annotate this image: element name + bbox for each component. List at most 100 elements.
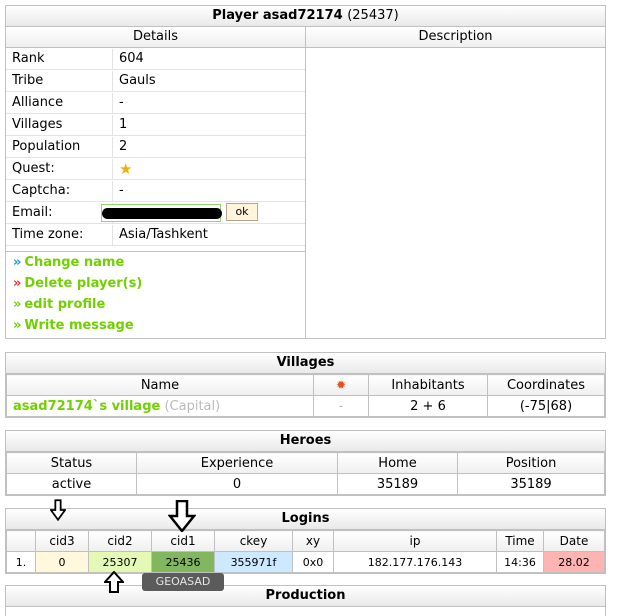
login-date: 28.02: [543, 551, 605, 573]
village-tag: (Capital): [164, 398, 221, 414]
login-cid2: 25307: [88, 551, 152, 573]
detail-label: Villages: [6, 115, 113, 135]
logins-title: Logins: [6, 509, 605, 530]
heroes-title: Heroes: [6, 431, 605, 452]
col-time: Time: [496, 530, 544, 552]
detail-value: -: [119, 95, 124, 110]
detail-row-rank: Rank 604: [6, 49, 305, 70]
col-ip: ip: [333, 530, 497, 552]
link-label: edit profile: [24, 297, 106, 312]
login-time: 14:36: [496, 551, 544, 573]
arrow-icon: »: [13, 318, 22, 333]
hero-home: 35189: [337, 473, 458, 495]
detail-row-villages: Villages 1: [6, 115, 305, 136]
village-coordinates[interactable]: (-75|68): [487, 395, 605, 417]
col-cid3: cid3: [35, 530, 89, 552]
detail-value: ok: [101, 203, 305, 223]
tooltip: GEOASAD: [142, 573, 224, 591]
detail-row-captcha: Captcha: -: [6, 181, 305, 202]
col-status: Status: [6, 452, 137, 474]
player-panel: Player asad72174 (25437) Details Rank 60…: [5, 5, 606, 339]
details-column: Details Rank 604 Tribe Gauls Alliance - …: [6, 27, 306, 338]
hero-status: active: [6, 473, 137, 495]
table-row: 1. 0 25307 25436 355971f 0x0 182.177.176…: [6, 551, 605, 573]
edit-profile-link[interactable]: » edit profile: [6, 294, 305, 315]
detail-label: Population: [6, 137, 113, 157]
change-name-link[interactable]: » Change name: [6, 252, 305, 273]
email-input[interactable]: [101, 204, 222, 222]
login-cid3: 0: [35, 551, 89, 573]
heroes-panel: Heroes Status Experience Home Position a…: [5, 430, 606, 496]
col-cid2: cid2: [88, 530, 152, 552]
detail-label: Tribe: [6, 71, 113, 91]
detail-value: 604: [119, 51, 144, 66]
col-date: Date: [543, 530, 605, 552]
villages-table: Name ✹ Inhabitants Coordinates asad72174…: [6, 374, 605, 417]
production-title: Production: [6, 586, 605, 607]
details-header: Details: [6, 27, 305, 48]
col-inhabitants: Inhabitants: [368, 374, 488, 396]
detail-label: Time zone:: [6, 225, 113, 245]
detail-value: 1: [119, 117, 128, 132]
detail-row-quest: Quest: ★: [6, 159, 305, 180]
production-panel: Production: [5, 585, 606, 616]
arrow-down-icon: [50, 499, 66, 522]
login-num: 1.: [6, 551, 36, 573]
col-num: [6, 530, 36, 552]
detail-label: Rank: [6, 49, 113, 69]
link-label: Write message: [24, 318, 134, 333]
detail-value: Gauls: [119, 73, 156, 88]
villages-panel: Villages Name ✹ Inhabitants Coordinates …: [5, 352, 606, 418]
description-column: Description: [306, 27, 605, 338]
star-icon[interactable]: ★: [119, 160, 132, 178]
arrow-icon: »: [13, 276, 22, 291]
logins-panel: Logins cid3 cid2 cid1 ckey xy ip Time Da…: [5, 508, 606, 574]
col-position: Position: [457, 452, 605, 474]
delete-player-link[interactable]: » Delete player(s): [6, 273, 305, 294]
logins-table: cid3 cid2 cid1 ckey xy ip Time Date 1. 0…: [6, 530, 605, 573]
arrow-icon: »: [13, 297, 22, 312]
player-title: Player asad72174 (25437): [6, 6, 605, 27]
detail-row-alliance: Alliance -: [6, 93, 305, 114]
login-ckey: 355971f: [214, 551, 293, 573]
col-icon: ✹: [313, 374, 369, 396]
arrow-down-icon: [168, 500, 196, 532]
link-label: Change name: [24, 255, 125, 270]
player-actions: » Change name » Delete player(s) » edit pro…: [6, 251, 305, 336]
col-coordinates: Coordinates: [487, 374, 605, 396]
hero-experience: 0: [136, 473, 338, 495]
detail-label: Email:: [6, 203, 113, 223]
detail-label: Captcha:: [6, 181, 113, 201]
detail-row-email: Email: ok: [6, 203, 305, 224]
col-home: Home: [337, 452, 458, 474]
detail-row-tribe: Tribe Gauls: [6, 71, 305, 92]
detail-value: -: [119, 183, 124, 198]
arrow-up-icon: [104, 571, 124, 593]
col-name: Name: [6, 374, 314, 396]
village-link[interactable]: asad72174`s village: [13, 399, 160, 414]
col-xy: xy: [292, 530, 334, 552]
detail-row-population: Population 2: [6, 137, 305, 158]
col-experience: Experience: [136, 452, 338, 474]
village-icon-value: -: [313, 395, 369, 417]
village-inhabitants: 2 + 6: [368, 395, 488, 417]
redaction-mark: [102, 208, 222, 219]
detail-value: Asia/Tashkent: [119, 227, 208, 242]
detail-label: Quest:: [6, 159, 113, 179]
write-message-link[interactable]: » Write message: [6, 315, 305, 336]
player-id: (25437): [347, 8, 399, 23]
player-name: Player asad72174: [212, 8, 343, 23]
login-cid1: 25436: [151, 551, 215, 573]
explosion-icon: ✹: [335, 377, 347, 392]
detail-value: ★: [113, 159, 305, 179]
description-header: Description: [306, 27, 605, 48]
hero-position: 35189: [457, 473, 605, 495]
heroes-table: Status Experience Home Position active 0…: [6, 452, 605, 495]
villages-title: Villages: [6, 353, 605, 374]
detail-label: Alliance: [6, 93, 113, 113]
detail-value: 2: [119, 139, 128, 154]
table-row: asad72174`s village (Capital) - 2 + 6 (-…: [6, 395, 605, 417]
email-ok-button[interactable]: ok: [226, 203, 258, 221]
link-label: Delete player(s): [24, 276, 143, 291]
login-xy: 0x0: [292, 551, 334, 573]
